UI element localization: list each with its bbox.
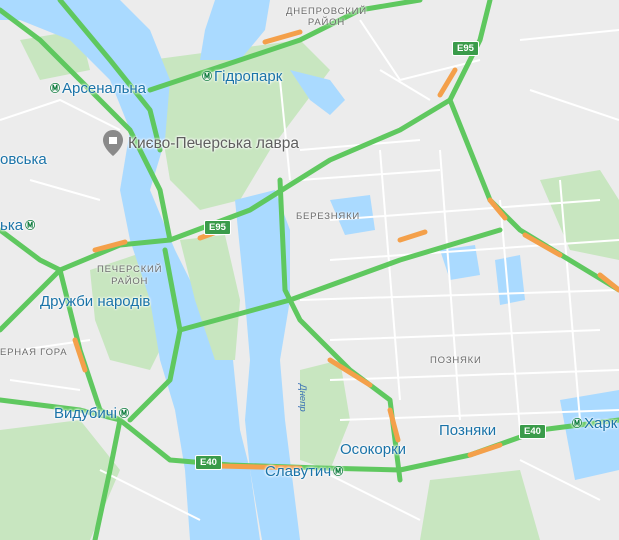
metro-station-arsenalna[interactable]: Ⓜ Арсенальна bbox=[50, 81, 146, 96]
metro-station-vska[interactable]: овська bbox=[0, 152, 47, 167]
metro-station-vydubychi[interactable]: Видубичі Ⓜ bbox=[54, 406, 129, 421]
route-shield-e95: E95 bbox=[452, 41, 479, 56]
district-label-cherna-hora: ЕРНАЯ ГОРА bbox=[0, 347, 68, 358]
district-label-bereznyaky: БЕРЕЗНЯКИ bbox=[296, 211, 361, 222]
route-shield-e40: E40 bbox=[519, 424, 546, 439]
metro-icon: Ⓜ bbox=[50, 84, 60, 95]
district-label-pozniaky: ПОЗНЯКИ bbox=[430, 355, 482, 366]
metro-station-slavutych[interactable]: Славутич Ⓜ bbox=[265, 464, 343, 479]
metro-station-pozniaky[interactable]: Позняки bbox=[439, 423, 496, 438]
poi-label-lavra[interactable]: Києво-Печерська лавра bbox=[128, 136, 299, 152]
metro-icon: Ⓜ bbox=[202, 72, 212, 83]
route-shield-e95: E95 bbox=[204, 220, 231, 235]
metro-icon: Ⓜ bbox=[25, 221, 36, 232]
metro-station-ka[interactable]: ька Ⓜ bbox=[0, 218, 35, 233]
metro-station-hidropark[interactable]: Ⓜ Гідропарк bbox=[202, 69, 282, 84]
metro-icon: Ⓜ bbox=[572, 419, 582, 430]
route-shield-e40: E40 bbox=[195, 455, 222, 470]
district-label-dniprovskyi: ДНЕПРОВСКИЙ РАЙОН bbox=[286, 6, 367, 28]
district-label-pecherskyi: ПЕЧЕРСКИЙ РАЙОН bbox=[97, 264, 163, 287]
metro-icon: Ⓜ bbox=[118, 409, 129, 420]
river-label: Днепр bbox=[297, 384, 308, 412]
metro-icon: Ⓜ bbox=[333, 467, 344, 478]
metro-station-kharkivska[interactable]: Ⓜ Харк bbox=[572, 416, 617, 431]
metro-station-osokorky[interactable]: Осокорки bbox=[340, 442, 406, 457]
metro-station-druzhby-narodiv[interactable]: Дружби народів bbox=[40, 294, 150, 309]
map-canvas[interactable]: ДНЕПРОВСКИЙ РАЙОН ПЕЧЕРСКИЙ РАЙОН БЕРЕЗН… bbox=[0, 0, 619, 540]
